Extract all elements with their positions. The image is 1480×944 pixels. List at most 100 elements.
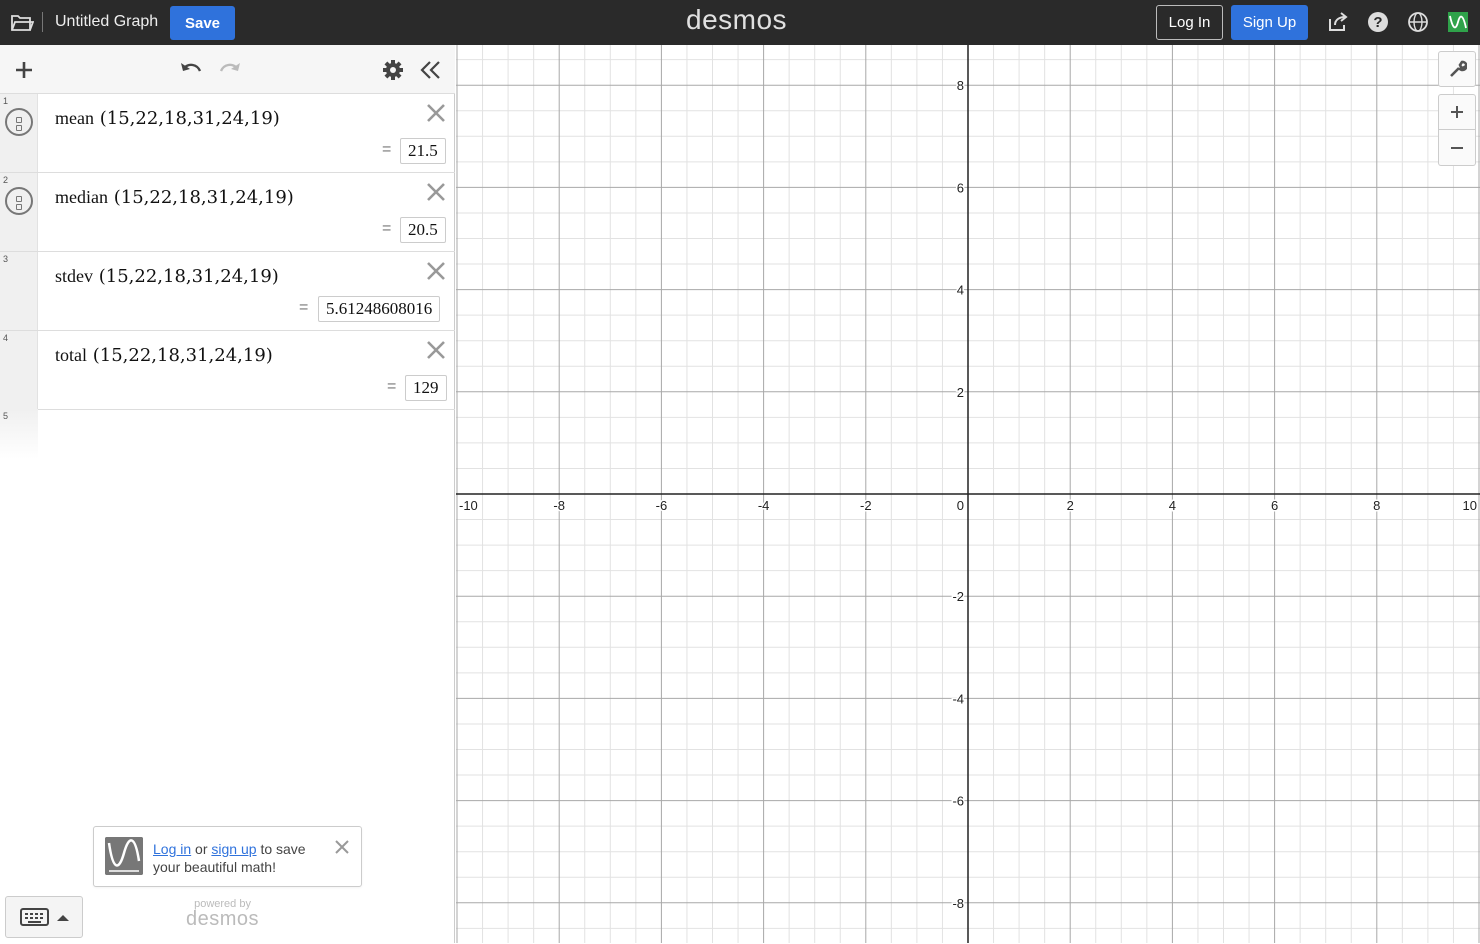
save-reminder-toast: Log in or sign up to save your beautiful… — [93, 826, 362, 887]
expression-gutter: 1 — [0, 94, 38, 172]
equals-sign: = — [382, 220, 392, 237]
x-tick-label: 10 — [1463, 498, 1477, 513]
close-icon[interactable] — [334, 839, 350, 855]
svg-text:?: ? — [1373, 14, 1382, 31]
minus-icon — [1451, 146, 1463, 149]
redo-icon — [219, 63, 240, 72]
x-tick-label: 6 — [1271, 498, 1278, 513]
add-item-button[interactable] — [11, 57, 37, 83]
function-args: (15,22,18,31,24,19) — [92, 345, 273, 366]
desmos-graph-icon — [105, 837, 143, 875]
redo-button[interactable] — [217, 57, 243, 83]
expression-result: 129 — [405, 375, 447, 401]
plus-icon — [16, 62, 32, 78]
plus-icon — [1451, 106, 1463, 118]
powered-by-logo: desmos — [186, 908, 260, 930]
y-tick-label: 6 — [957, 180, 964, 195]
expression-result: 21.5 — [400, 138, 446, 164]
folder-icon[interactable] — [10, 11, 34, 33]
zoom-out-button[interactable] — [1438, 130, 1476, 166]
expression-row[interactable]: 4 total (15,22,18,31,24,19) = 129 — [0, 331, 455, 410]
expression-gutter: 4 — [0, 331, 38, 409]
function-args: (15,22,18,31,24,19) — [113, 187, 294, 208]
keyboard-icon — [20, 908, 69, 926]
powered-by-desmos: powered by desmos — [186, 898, 259, 931]
header-divider — [42, 12, 43, 32]
wrench-icon — [1450, 60, 1467, 77]
expression-row[interactable]: 2 median (15,22,18,31,24,19) = 20.5 — [0, 173, 455, 252]
x-tick-label: -2 — [860, 498, 872, 513]
origin-label: 0 — [957, 498, 964, 513]
graph-settings-button[interactable] — [1438, 51, 1476, 87]
new-expression-row[interactable]: 5 — [0, 409, 455, 459]
expression-toolbar — [0, 45, 455, 94]
double-chevron-left-icon — [420, 61, 440, 79]
save-button[interactable]: Save — [170, 6, 235, 40]
expression-panel: 1 mean (15,22,18,31,24,19) = 21.5 2 medi… — [0, 45, 455, 943]
gear-icon — [383, 60, 403, 80]
x-tick-label: 2 — [1067, 498, 1074, 513]
function-name: median — [55, 187, 108, 207]
toast-or: or — [195, 841, 208, 857]
graph-title[interactable]: Untitled Graph — [55, 13, 158, 31]
share-icon[interactable] — [1327, 11, 1349, 33]
settings-button[interactable] — [380, 57, 406, 83]
y-tick-label: 8 — [957, 78, 964, 93]
y-tick-label: -6 — [952, 794, 964, 809]
x-tick-label: -6 — [656, 498, 668, 513]
undo-icon — [181, 63, 202, 72]
y-tick-label: 2 — [957, 385, 964, 400]
zoom-in-button[interactable] — [1438, 94, 1476, 130]
account-icon[interactable] — [1447, 11, 1469, 33]
x-tick-label: 4 — [1169, 498, 1176, 513]
function-args: (15,22,18,31,24,19) — [98, 266, 279, 287]
expression-number: 1 — [3, 96, 9, 106]
graph-canvas[interactable]: -10 -10 -8 -8 -6 -6 -4 -4 -2 -2 2 2 4 4 6 6 8 8 10 10 8 8 6 6 4 4… — [456, 45, 1480, 943]
delete-expression-icon[interactable] — [425, 181, 447, 203]
x-tick-label: -8 — [553, 498, 565, 513]
toast-signup-link[interactable]: sign up — [211, 841, 256, 857]
expression-formula[interactable]: median (15,22,18,31,24,19) — [55, 187, 294, 208]
undo-button[interactable] — [178, 57, 204, 83]
function-args: (15,22,18,31,24,19) — [99, 108, 280, 129]
login-button[interactable]: Log In — [1156, 5, 1223, 40]
collapse-panel-button[interactable] — [418, 57, 444, 83]
y-tick-label: -8 — [952, 896, 964, 911]
delete-expression-icon[interactable] — [425, 339, 447, 361]
expression-result: 5.61248608016 — [318, 296, 441, 322]
delete-expression-icon[interactable] — [425, 102, 447, 124]
equals-sign: = — [387, 378, 397, 395]
keyboard-toggle-button[interactable] — [5, 896, 83, 938]
expression-row[interactable]: 3 stdev (15,22,18,31,24,19) = 5.61248608… — [0, 252, 455, 331]
expression-number: 3 — [3, 254, 9, 264]
visibility-toggle-icon[interactable] — [5, 108, 33, 136]
expression-formula[interactable]: stdev (15,22,18,31,24,19) — [55, 266, 279, 287]
expression-gutter: 5 — [0, 409, 38, 459]
function-name: total — [55, 345, 87, 365]
expression-gutter: 3 — [0, 252, 38, 330]
function-name: mean — [55, 108, 94, 128]
signup-button[interactable]: Sign Up — [1231, 5, 1308, 40]
expression-result: 20.5 — [400, 217, 446, 243]
expression-number: 2 — [3, 175, 9, 185]
y-tick-label: -2 — [952, 589, 964, 604]
expression-number: 5 — [3, 411, 9, 421]
toast-login-link[interactable]: Log in — [153, 841, 191, 857]
x-tick-label: 8 — [1373, 498, 1380, 513]
expression-number: 4 — [3, 333, 9, 343]
expression-formula[interactable]: mean (15,22,18,31,24,19) — [55, 108, 280, 129]
expression-row[interactable]: 1 mean (15,22,18,31,24,19) = 21.5 — [0, 94, 455, 173]
equals-sign: = — [382, 141, 392, 158]
y-tick-label: 4 — [957, 283, 964, 298]
equals-sign: = — [299, 299, 309, 316]
globe-icon[interactable] — [1407, 11, 1429, 33]
delete-expression-icon[interactable] — [425, 260, 447, 282]
x-tick-label: -4 — [758, 498, 770, 513]
expression-formula[interactable]: total (15,22,18,31,24,19) — [55, 345, 273, 366]
help-icon[interactable]: ? — [1367, 11, 1389, 33]
visibility-toggle-icon[interactable] — [5, 187, 33, 215]
graph-grid: -10-10 -8-8 -6-6 -4-4 -2-2 22 44 66 88 1010886644… — [456, 45, 1480, 943]
desmos-logo: desmos — [686, 4, 788, 35]
expression-gutter: 2 — [0, 173, 38, 251]
x-tick-label: -10 — [459, 498, 478, 513]
